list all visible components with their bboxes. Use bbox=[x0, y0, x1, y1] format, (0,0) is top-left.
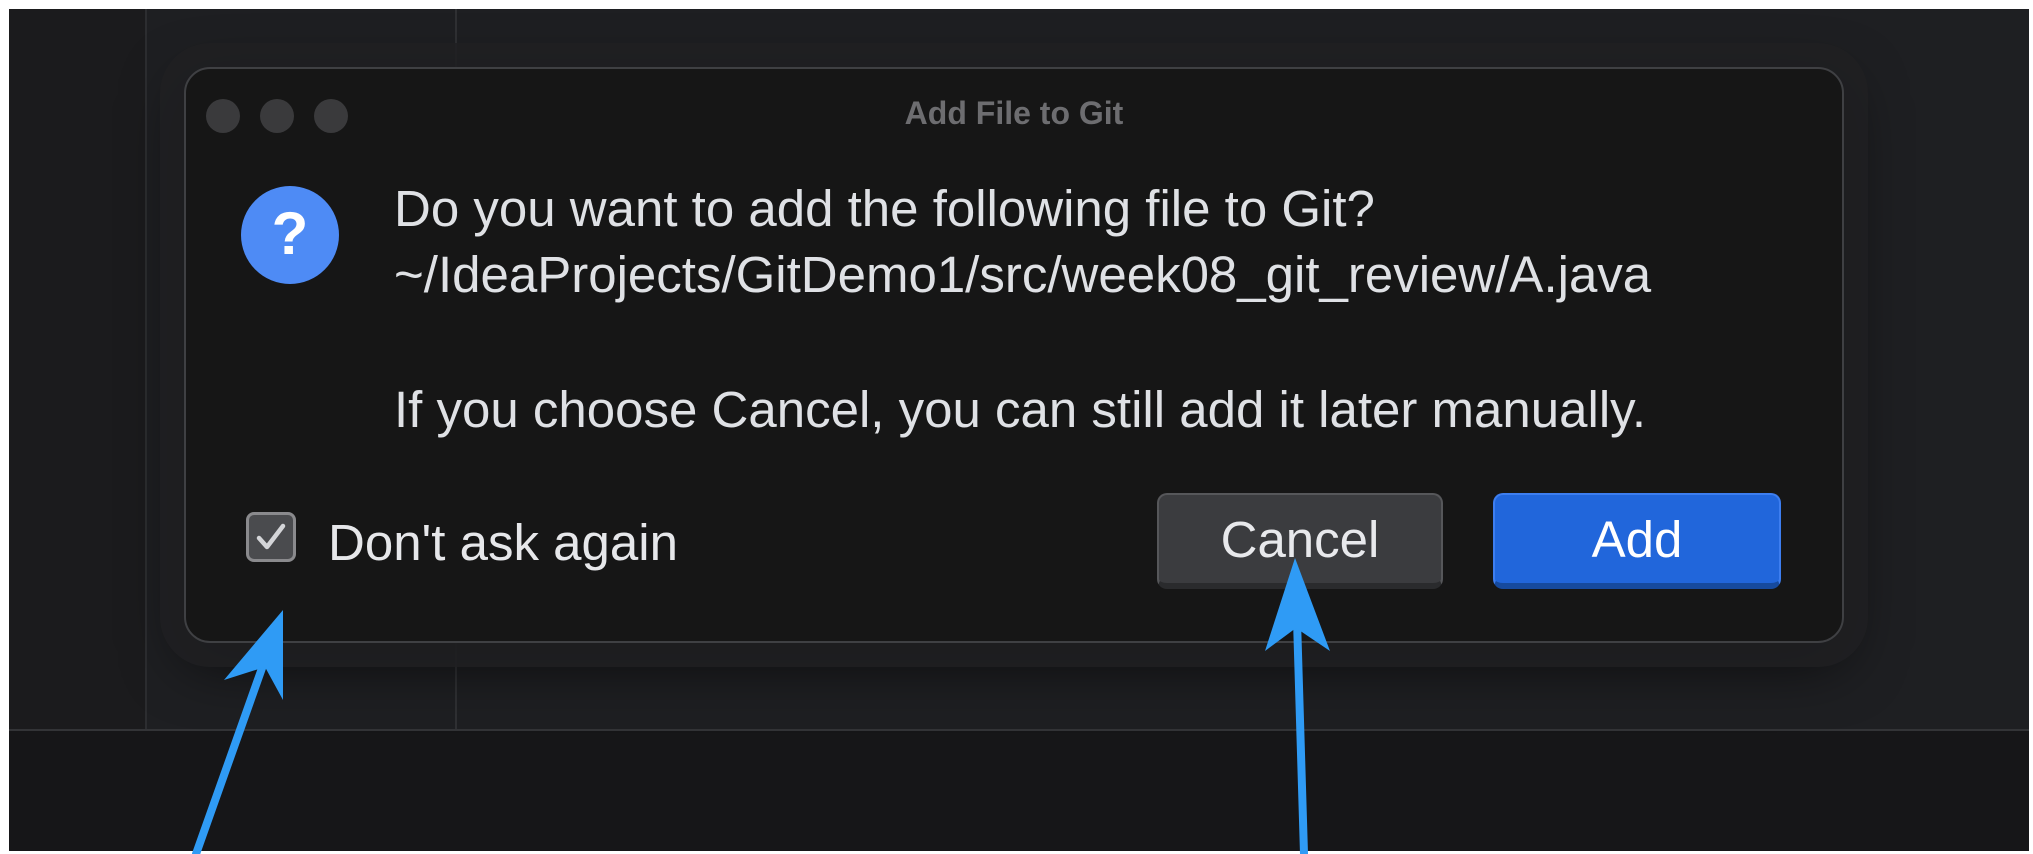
checkmark-icon bbox=[256, 523, 286, 550]
dialog-title: Add File to Git bbox=[904, 95, 1124, 131]
file-path: ~/IdeaProjects/GitDemo1/src/week08_git_r… bbox=[394, 246, 1652, 303]
dialog-question: Do you want to add the following file to… bbox=[394, 180, 1375, 237]
ide-tool-strip bbox=[9, 9, 147, 729]
add-button[interactable]: Add bbox=[1493, 493, 1781, 589]
dont-ask-again-label[interactable]: Don't ask again bbox=[328, 517, 678, 568]
cancel-button[interactable]: Cancel bbox=[1157, 493, 1443, 589]
dont-ask-again-checkbox[interactable] bbox=[246, 512, 296, 562]
question-icon: ? bbox=[241, 186, 339, 284]
dialog-note: If you choose Cancel, you can still add … bbox=[394, 381, 1647, 438]
ide-bottom-panel bbox=[9, 729, 2029, 851]
add-file-to-git-dialog: Add File to Git ? Do you want to add the… bbox=[184, 67, 1844, 643]
